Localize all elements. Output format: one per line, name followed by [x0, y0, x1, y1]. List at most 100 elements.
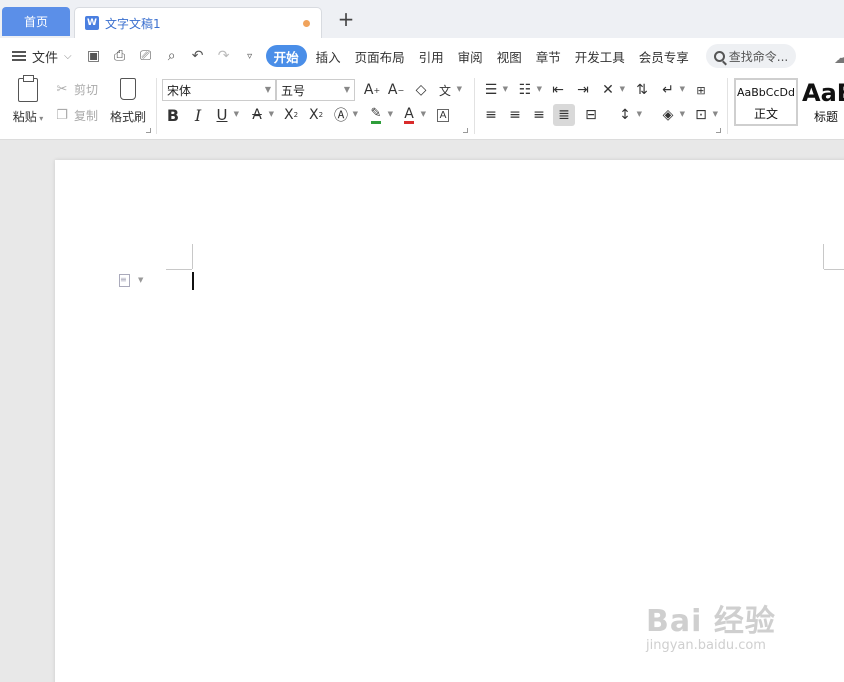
copy-button[interactable]: ❐ 复制 — [54, 107, 98, 124]
distributed-align-icon[interactable]: ⊟ — [580, 104, 602, 126]
font-color-icon[interactable]: A ▼ — [398, 104, 426, 126]
format-painter-label: 格式刷 — [109, 110, 146, 124]
menu-bar: 文件 ⌵ ▣ ⎙ ⎚ ⌕ ↶ ↷ ▿ 开始 插入 页面布局 引用 审阅 视图 章… — [0, 38, 844, 74]
clipboard-icon — [18, 75, 38, 102]
font-size-select[interactable]: 五号 ▼ — [276, 79, 355, 101]
paragraph-layout-icon[interactable]: ≡ — [119, 274, 130, 287]
format-painter-button[interactable]: 格式刷 — [108, 78, 148, 125]
show-hide-marks-icon[interactable]: ↵ ▼ — [657, 79, 685, 101]
copy-label: 复制 — [74, 109, 99, 123]
menu-tab-home[interactable]: 开始 — [265, 45, 307, 67]
search-icon — [713, 50, 725, 62]
align-center-icon[interactable]: ≡ — [504, 104, 526, 126]
style-normal-label: 正文 — [753, 107, 778, 121]
phonetic-guide-icon[interactable]: 文 ▼ — [434, 79, 462, 101]
borders-icon[interactable]: ⊡ ▼ — [690, 104, 718, 126]
save-icon[interactable]: ▣ — [84, 46, 104, 66]
eraser-icon[interactable]: ◇ — [410, 79, 432, 101]
scissors-icon: ✂ — [56, 82, 68, 97]
grow-font-icon[interactable]: A + — [361, 79, 383, 101]
cloud-icon[interactable]: ☁ — [834, 48, 844, 67]
italic-icon[interactable]: I — [187, 104, 209, 126]
divider — [156, 78, 157, 134]
tab-home[interactable]: 首页 — [2, 7, 70, 36]
paragraph-group-launcher[interactable] — [716, 128, 721, 133]
print-preview-icon[interactable]: ⌕ — [162, 46, 182, 66]
ribbon-toolbar: 粘贴 ▾ ✂ 剪切 ❐ 复制 格式刷 宋体 ▼ 五号 ▼ A + A − ◇ 文 ▼ B … — [0, 74, 844, 140]
numbered-list-icon[interactable]: ☷ ▼ — [514, 79, 542, 101]
undo-icon[interactable]: ↶ — [188, 46, 208, 66]
copy-icon: ❐ — [56, 108, 68, 123]
margin-corner-mark — [192, 244, 193, 269]
font-group-launcher[interactable] — [463, 128, 468, 133]
file-menu-button[interactable]: 文件 ⌵ — [12, 47, 72, 66]
paste-label: 粘贴 — [12, 110, 37, 124]
tab-bar: 首页 W 文字文稿1 + — [0, 0, 844, 38]
menu-tab-member[interactable]: 会员专享 — [632, 45, 696, 67]
paste-button[interactable]: 粘贴 ▾ — [8, 75, 48, 125]
underline-icon[interactable]: U ▼ — [211, 104, 240, 126]
font-family-select[interactable]: 宋体 ▼ — [162, 79, 276, 101]
font-family-value: 宋体 — [167, 83, 192, 98]
menu-tab-review[interactable]: 审阅 — [451, 45, 490, 67]
unsaved-indicator-icon — [303, 20, 310, 27]
decrease-indent-icon[interactable]: ⇤ — [547, 79, 569, 101]
text-effect-icon[interactable]: Ⓐ ▼ — [330, 104, 358, 126]
clipboard-group-launcher[interactable] — [146, 128, 151, 133]
chevron-down-icon: ⌵ — [64, 50, 72, 62]
file-menu-label: 文件 — [32, 50, 59, 66]
align-left-icon[interactable]: ≡ — [480, 104, 502, 126]
style-heading[interactable]: AaB 标题 — [800, 78, 844, 126]
chinese-layout-icon[interactable]: ✕ ▼ — [597, 79, 625, 101]
chevron-down-icon[interactable]: ▼ — [138, 276, 143, 284]
quick-access-toolbar: ▣ ⎙ ⎚ ⌕ ↶ ↷ ▿ — [84, 46, 260, 66]
text-cursor — [192, 272, 194, 290]
menu-tab-section[interactable]: 章节 — [529, 45, 568, 67]
table-grid-icon[interactable]: ⊞ — [690, 79, 712, 101]
style-normal-sample: AaBbCcDd — [737, 86, 795, 99]
superscript-icon[interactable]: X2 — [280, 104, 302, 126]
margin-corner-mark — [166, 269, 192, 270]
subscript-icon[interactable]: X2 — [305, 104, 327, 126]
menu-tab-page-layout[interactable]: 页面布局 — [348, 45, 412, 67]
menu-tabs: 开始 插入 页面布局 引用 审阅 视图 章节 开发工具 会员专享 — [265, 45, 696, 67]
divider — [727, 78, 728, 134]
divider — [474, 78, 475, 134]
command-search-placeholder: 查找命令... — [728, 49, 789, 64]
export-icon[interactable]: ⎙ — [110, 46, 130, 66]
line-spacing-icon[interactable]: ↕ ▼ — [614, 104, 642, 126]
menu-tab-references[interactable]: 引用 — [412, 45, 451, 67]
shrink-font-icon[interactable]: A − — [385, 79, 407, 101]
highlight-color-icon[interactable]: ✎ ▼ — [365, 104, 393, 126]
menu-tab-insert[interactable]: 插入 — [309, 45, 348, 67]
watermark-brand: Bai 经验 — [646, 604, 776, 639]
redo-icon[interactable]: ↷ — [214, 46, 234, 66]
print-icon[interactable]: ⎚ — [136, 46, 156, 66]
watermark-url: jingyan.baidu.com — [646, 638, 766, 653]
shading-icon[interactable]: ◈ ▼ — [657, 104, 685, 126]
style-normal[interactable]: AaBbCcDd 正文 — [734, 78, 798, 126]
align-right-icon[interactable]: ≡ — [528, 104, 550, 126]
format-brush-icon — [120, 78, 136, 100]
character-border-icon[interactable]: A — [432, 104, 454, 126]
tab-document-title: 文字文稿1 — [105, 16, 161, 31]
margin-corner-mark — [824, 269, 844, 270]
sort-icon[interactable]: ⇅ — [631, 79, 653, 101]
justify-icon[interactable]: ≣ — [553, 104, 575, 126]
customize-toolbar-icon[interactable]: ▿ — [240, 46, 260, 66]
bullet-list-icon[interactable]: ☰ ▼ — [480, 79, 508, 101]
cut-label: 剪切 — [74, 83, 99, 97]
tab-document[interactable]: W 文字文稿1 — [74, 7, 322, 38]
writer-doc-icon: W — [85, 16, 99, 30]
menu-tab-developer[interactable]: 开发工具 — [568, 45, 632, 67]
tab-home-label: 首页 — [23, 15, 48, 29]
increase-indent-icon[interactable]: ⇥ — [572, 79, 594, 101]
font-size-value: 五号 — [281, 83, 306, 98]
strikethrough-icon[interactable]: A ▼ — [246, 104, 274, 126]
command-search-input[interactable]: 查找命令... — [705, 44, 796, 68]
new-tab-button[interactable]: + — [336, 9, 356, 30]
style-heading-sample: AaB — [802, 79, 844, 107]
bold-icon[interactable]: B — [162, 104, 184, 126]
cut-button[interactable]: ✂ 剪切 — [54, 81, 98, 98]
menu-tab-view[interactable]: 视图 — [490, 45, 529, 67]
